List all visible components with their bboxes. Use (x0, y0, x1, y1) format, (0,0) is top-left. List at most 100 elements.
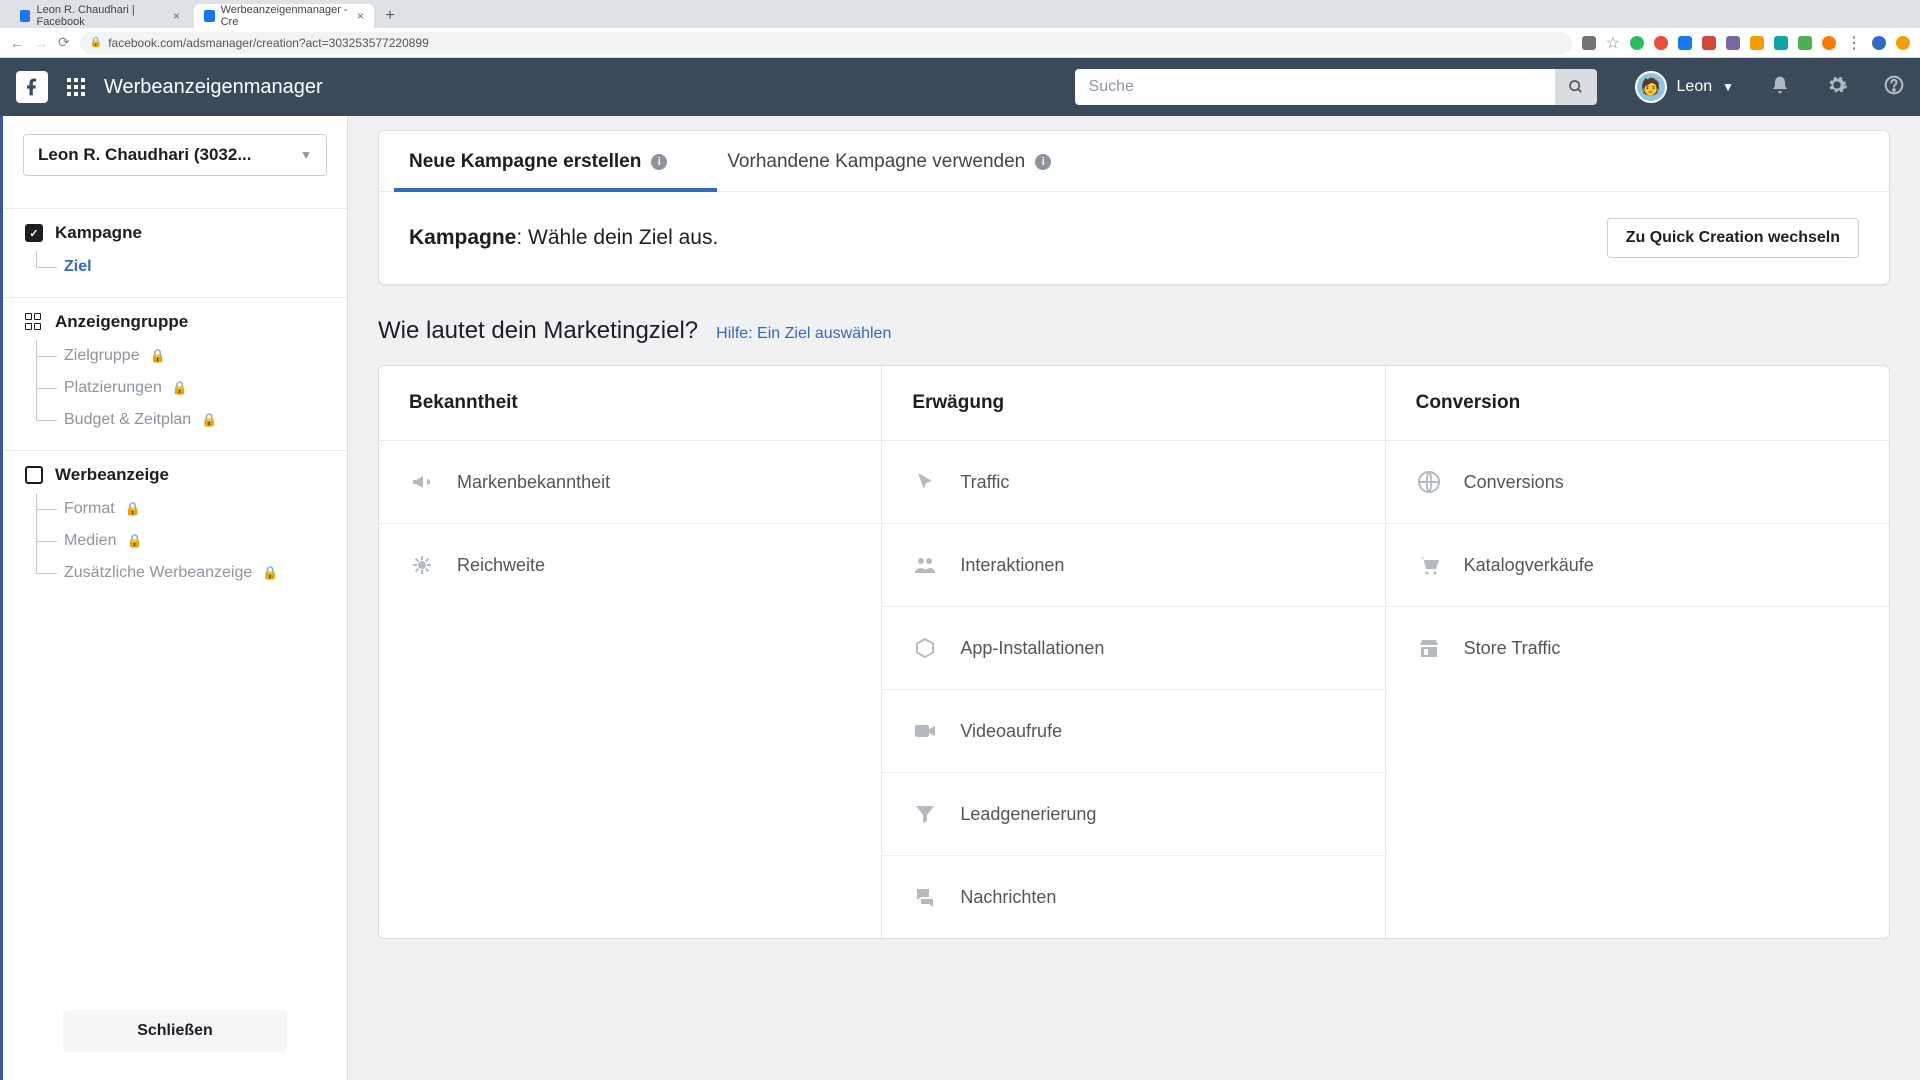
sidebar-item-platzierungen[interactable]: Platzierungen🔒 (36, 372, 325, 404)
store-icon (1416, 635, 1442, 661)
section-heading[interactable]: Werbeanzeige (25, 465, 325, 485)
browser-tab[interactable]: Werbeanzeigenmanager - Cre × (194, 4, 374, 28)
star-icon[interactable]: ☆ (1606, 33, 1620, 53)
extension-icon[interactable] (1726, 36, 1740, 50)
browser-tab[interactable]: Leon R. Chaudhari | Facebook × (10, 4, 190, 28)
tab-existing-campaign[interactable]: Vorhandene Kampagne verwenden i (727, 131, 1051, 191)
main-content: Neue Kampagne erstellen i Vorhandene Kam… (348, 116, 1920, 1080)
gear-icon[interactable] (1826, 74, 1848, 101)
extension-icon[interactable] (1896, 36, 1910, 50)
reload-icon[interactable]: ⟳ (58, 34, 70, 51)
sidebar-item-format[interactable]: Format🔒 (36, 493, 325, 525)
lock-icon: 🔒 (150, 348, 166, 364)
search-button[interactable] (1555, 69, 1597, 105)
sidebar: Leon R. Chaudhari (3032... ▼ ✓ Kampagne … (0, 116, 348, 1080)
col-head: Bekanntheit (379, 366, 881, 441)
tab-new-campaign[interactable]: Neue Kampagne erstellen i (409, 131, 667, 191)
campaign-card: Neue Kampagne erstellen i Vorhandene Kam… (378, 130, 1890, 285)
page: Leon R. Chaudhari (3032... ▼ ✓ Kampagne … (0, 116, 1920, 1080)
sidebar-item-ziel[interactable]: Ziel (36, 251, 325, 283)
menu-icon[interactable]: ⋮ (1846, 33, 1862, 53)
chevron-down-icon: ▼ (300, 148, 312, 162)
extension-icon[interactable] (1630, 36, 1644, 50)
lock-icon: 🔒 (126, 533, 142, 549)
goals-col-awareness: Bekanntheit Markenbekanntheit Reichweite (379, 366, 882, 938)
people-icon (912, 552, 938, 578)
ad-icon (25, 466, 43, 484)
back-icon[interactable]: ← (10, 35, 24, 51)
goal-engagement[interactable]: Interaktionen (882, 524, 1384, 607)
avatar: 🧑 (1635, 71, 1667, 103)
quick-creation-button[interactable]: Zu Quick Creation wechseln (1607, 218, 1859, 258)
extension-icon[interactable] (1582, 36, 1596, 50)
browser-chrome: Leon R. Chaudhari | Facebook × Werbeanze… (0, 0, 1920, 58)
goals-grid: Bekanntheit Markenbekanntheit Reichweite… (378, 365, 1890, 939)
goal-brand-awareness[interactable]: Markenbekanntheit (379, 441, 881, 524)
adset-icon (25, 313, 43, 331)
forward-icon[interactable]: → (34, 35, 48, 51)
extension-icon[interactable] (1702, 36, 1716, 50)
sidebar-section-campaign: ✓ Kampagne Ziel (3, 223, 347, 283)
sidebar-item-medien[interactable]: Medien🔒 (36, 525, 325, 557)
sidebar-item-budget[interactable]: Budget & Zeitplan🔒 (36, 404, 325, 436)
lock-icon: 🔒 (172, 380, 188, 396)
sidebar-section-adset: Anzeigengruppe Zielgruppe🔒 Platzierungen… (3, 312, 347, 436)
apps-icon[interactable] (66, 77, 86, 97)
card-tabs: Neue Kampagne erstellen i Vorhandene Kam… (379, 131, 1889, 192)
box-icon (912, 635, 938, 661)
sidebar-section-ad: Werbeanzeige Format🔒 Medien🔒 Zusätzliche… (3, 465, 347, 589)
goal-traffic[interactable]: Traffic (882, 441, 1384, 524)
info-icon[interactable]: i (651, 154, 667, 170)
extension-icon[interactable] (1654, 36, 1668, 50)
help-link[interactable]: Hilfe: Ein Ziel auswählen (716, 325, 891, 343)
goal-store-traffic[interactable]: Store Traffic (1386, 607, 1889, 689)
cart-icon (1416, 552, 1442, 578)
facebook-logo[interactable] (16, 71, 48, 103)
new-tab-button[interactable]: + (378, 4, 402, 28)
goal-app-installs[interactable]: App-Installationen (882, 607, 1384, 690)
col-head: Conversion (1386, 366, 1889, 441)
reach-icon (409, 552, 435, 578)
goal-reach[interactable]: Reichweite (379, 524, 881, 606)
extension-icon[interactable] (1678, 36, 1692, 50)
search-input[interactable] (1075, 69, 1555, 105)
url-input[interactable]: 🔒 facebook.com/adsmanager/creation?act=3… (80, 32, 1572, 54)
goal-catalog-sales[interactable]: Katalogverkäufe (1386, 524, 1889, 607)
col-head: Erwägung (882, 366, 1384, 441)
goal-lead-gen[interactable]: Leadgenerierung (882, 773, 1384, 856)
goal-video-views[interactable]: Videoaufrufe (882, 690, 1384, 773)
extension-icon[interactable] (1750, 36, 1764, 50)
close-icon[interactable]: × (357, 9, 364, 23)
account-dropdown[interactable]: Leon R. Chaudhari (3032... ▼ (23, 134, 327, 176)
campaign-prompt: Kampagne: Wähle dein Ziel aus. (409, 226, 718, 250)
goals-col-conversion: Conversion Conversions Katalogverkäufe S… (1386, 366, 1889, 938)
extension-icon[interactable] (1798, 36, 1812, 50)
check-icon: ✓ (25, 224, 43, 242)
goal-conversions[interactable]: Conversions (1386, 441, 1889, 524)
messages-icon (912, 884, 938, 910)
lock-icon: 🔒 (262, 565, 278, 581)
info-icon[interactable]: i (1035, 154, 1051, 170)
help-icon[interactable] (1884, 75, 1904, 100)
section-heading[interactable]: Anzeigengruppe (25, 312, 325, 332)
funnel-icon (912, 801, 938, 827)
close-icon[interactable]: × (173, 9, 180, 23)
goal-messages[interactable]: Nachrichten (882, 856, 1384, 938)
goals-col-consideration: Erwägung Traffic Interaktionen App-Insta… (882, 366, 1385, 938)
extensions: ☆ ⋮ (1582, 33, 1910, 53)
lock-icon: 🔒 (125, 501, 141, 517)
extension-icon[interactable] (1872, 36, 1886, 50)
bell-icon[interactable] (1770, 75, 1790, 100)
sidebar-item-zielgruppe[interactable]: Zielgruppe🔒 (36, 340, 325, 372)
extension-icon[interactable] (1822, 36, 1836, 50)
close-button[interactable]: Schließen (63, 1010, 287, 1052)
sidebar-item-extra[interactable]: Zusätzliche Werbeanzeige🔒 (36, 557, 325, 589)
search-wrap (1075, 69, 1597, 105)
user-menu[interactable]: 🧑 Leon ▼ (1635, 71, 1734, 103)
video-icon (912, 718, 938, 744)
browser-tab-bar: Leon R. Chaudhari | Facebook × Werbeanze… (0, 0, 1920, 28)
chevron-down-icon: ▼ (1722, 80, 1734, 94)
extension-icon[interactable] (1774, 36, 1788, 50)
tab-title: Werbeanzeigenmanager - Cre (221, 4, 351, 28)
section-heading[interactable]: ✓ Kampagne (25, 223, 325, 243)
